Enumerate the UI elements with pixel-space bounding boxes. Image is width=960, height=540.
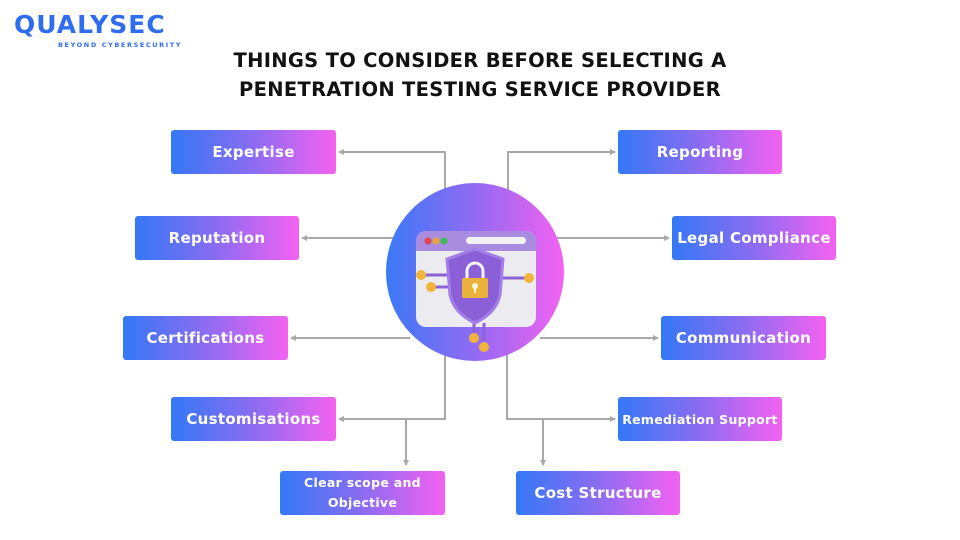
item-clear-scope-and-objective: Clear scope and Objective [280, 471, 445, 515]
item-label: Reporting [656, 143, 744, 161]
item-certifications: Certifications [123, 316, 288, 360]
item-remediation-support: Remediation Support [618, 397, 782, 441]
browser-shield-lock-icon [416, 231, 536, 352]
item-label: Customisations [186, 410, 321, 428]
item-label: Communication [675, 329, 812, 347]
item-customisations: Customisations [171, 397, 336, 441]
item-label: Expertise [212, 143, 295, 161]
item-communication: Communication [661, 316, 826, 360]
item-label: Remediation Support [622, 411, 778, 427]
item-label: Certifications [146, 329, 265, 347]
item-legal-compliance: Legal Compliance [672, 216, 836, 260]
item-reputation: Reputation [135, 216, 299, 260]
item-label: Clear scope and Objective [304, 475, 421, 510]
item-label: Legal Compliance [677, 229, 831, 247]
item-label: Cost Structure [534, 484, 662, 502]
central-hub [386, 183, 564, 361]
item-expertise: Expertise [171, 130, 336, 174]
item-reporting: Reporting [618, 130, 782, 174]
item-cost-structure: Cost Structure [516, 471, 680, 515]
item-label: Reputation [168, 229, 266, 247]
